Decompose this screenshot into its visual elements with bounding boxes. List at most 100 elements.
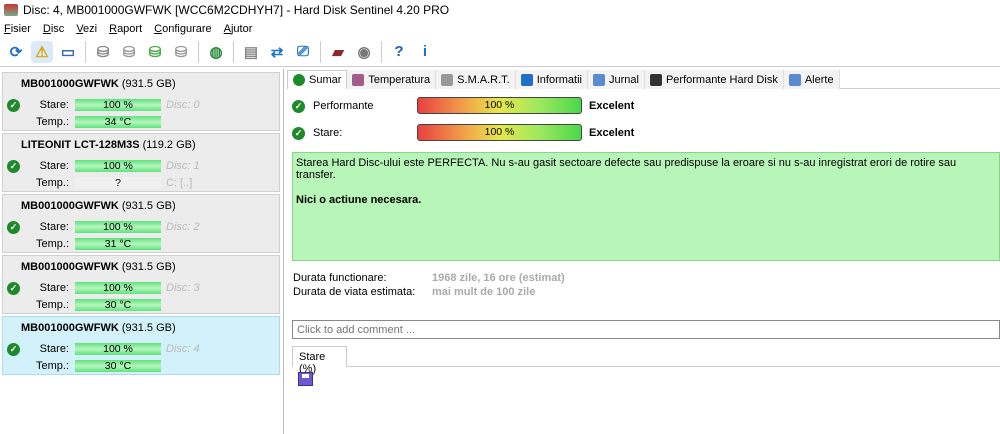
document-icon: ▤ [243, 43, 259, 61]
temp-bar: 30 °C [75, 360, 161, 372]
disk-item[interactable]: LITEONIT LCT-128M3S (119.2 GB) ✓ Stare: 100… [2, 133, 280, 192]
tab-stare-chart[interactable]: Stare (%) [292, 346, 347, 375]
tab-icon [352, 73, 365, 86]
action-message: Nici o actiune necesara. [296, 194, 422, 206]
disk-item[interactable]: MB001000GWFWK (931.5 GB) ✓ Stare: 100 % Temp… [2, 72, 280, 131]
info-icon: i [422, 43, 428, 60]
tab-informatii[interactable]: Informatii [515, 70, 588, 89]
disk-check-button[interactable]: ⛁ [144, 41, 166, 63]
disk-search-icon: ⛁ [174, 43, 188, 61]
sync-button[interactable]: ⇄ [266, 41, 288, 63]
health-label: Stare: [313, 127, 343, 139]
performance-bar: 100 % [417, 97, 582, 114]
disc-index: Disc: 3 [166, 282, 200, 294]
tab-label: Performante Hard Disk [665, 73, 778, 86]
disk-check-icon: ⛁ [148, 43, 162, 61]
disk-search-button[interactable]: ⛁ [170, 41, 192, 63]
health-label: Stare: [39, 343, 69, 355]
tab-label: Informatii [536, 73, 582, 86]
document-button[interactable]: ▤ [240, 41, 262, 63]
toolbar-separator [381, 40, 382, 63]
globe-icon: ◍ [209, 43, 223, 61]
disk-name: MB001000GWFWK (931.5 GB) [21, 261, 176, 273]
health-bar: 100 % [75, 343, 161, 355]
menu-configurare[interactable]: Configurare [150, 23, 220, 35]
help-button[interactable]: ? [388, 41, 410, 63]
disk-name: MB001000GWFWK (931.5 GB) [21, 78, 176, 90]
toolbar-separator [320, 40, 321, 63]
info-button[interactable]: i [414, 41, 436, 63]
disk-model: MB001000GWFWK [21, 78, 119, 90]
health-bar: 100 % [75, 221, 161, 233]
speaker-icon: ◉ [357, 43, 371, 61]
temp-bar: 30 °C [75, 299, 161, 311]
toolbar: ⟳ ⚠ ▭ ⛁ ⛁ ⛁ ⛁ ◍ ▤ ⇄ ⎚ ▰ ◉? i [0, 37, 1000, 67]
temp-bar: 31 °C [75, 238, 161, 250]
menu-raport[interactable]: Raport [105, 23, 150, 35]
check-icon: ✓ [292, 100, 305, 113]
temp-bar: 34 °C [75, 116, 161, 128]
temp-label: Temp.: [35, 116, 69, 128]
disk-list: MB001000GWFWK (931.5 GB) ✓ Stare: 100 % Temp… [0, 69, 284, 434]
laptop-icon: ▰ [332, 43, 344, 61]
disk-model: MB001000GWFWK [21, 200, 119, 212]
disk-item[interactable]: MB001000GWFWK (931.5 GB) ✓ Stare: 100 % Temp… [2, 194, 280, 253]
globe-button[interactable]: ◍ [205, 41, 227, 63]
tab-icon [788, 73, 801, 86]
lifetime-label: Durata de viata estimata: [293, 286, 416, 298]
disk-item[interactable]: MB001000GWFWK (931.5 GB) ✓ Stare: 100 % Temp… [2, 316, 280, 375]
tab-icon [592, 73, 605, 86]
disk-gray-icon: ⛁ [96, 43, 110, 61]
disk-name: MB001000GWFWK (931.5 GB) [21, 322, 176, 334]
disk-size: (119.2 GB) [142, 139, 196, 151]
health-label: Stare: [39, 282, 69, 294]
menu-fisier[interactable]: Fisier [0, 23, 39, 35]
tab-temperatura[interactable]: Temperatura [347, 70, 437, 89]
status-message-box: Starea Hard Disc-ului este PERFECTA. Nu … [292, 152, 1000, 261]
disc-index: Disc: 0 [166, 99, 200, 111]
performance-rating: Excelent [589, 100, 635, 112]
save-icon[interactable] [298, 372, 313, 386]
disk-item[interactable]: MB001000GWFWK (931.5 GB) ✓ Stare: 100 % Temp… [2, 255, 280, 314]
status-message: Starea Hard Disc-ului este PERFECTA. Nu … [296, 157, 957, 181]
disk-gray-button[interactable]: ⛁ [92, 41, 114, 63]
tab-label: Sumar [309, 74, 342, 86]
disk-size: (931.5 GB) [121, 78, 176, 90]
health-label: Stare: [39, 99, 69, 111]
temp-label: Temp.: [35, 299, 69, 311]
tab-performante-hard-disk[interactable]: Performante Hard Disk [644, 70, 784, 89]
tab-icon [649, 73, 662, 86]
disk-button[interactable]: ▭ [57, 41, 79, 63]
refresh-button[interactable]: ⟳ [5, 41, 27, 63]
uptime-label: Durata functionare: [293, 272, 387, 284]
menu-ajutor[interactable]: Ajutor [220, 23, 261, 35]
speaker-button[interactable]: ◉ [353, 41, 375, 63]
disk-clock-button[interactable]: ⛁ [118, 41, 140, 63]
menu-disc[interactable]: Disc [39, 23, 72, 35]
tab-icon [293, 74, 305, 86]
comment-input[interactable] [292, 320, 1000, 339]
disk-size: (931.5 GB) [121, 261, 176, 273]
tab-s-m-a-r-t[interactable]: S.M.A.R.T. [436, 70, 516, 89]
sync-icon: ⇄ [270, 43, 284, 61]
alert-icon: ⚠ [35, 43, 49, 61]
window-title: Disc: 4, MB001000GWFWK [WCC6M2CDHYH7] - … [23, 3, 450, 17]
tab-bar: Sumar Temperatura S.M.A.R.T. Informatii Jurn… [287, 70, 1000, 89]
disk-model: LITEONIT LCT-128M3S [21, 139, 140, 151]
network-button[interactable]: ⎚ [292, 41, 314, 63]
disk-clock-icon: ⛁ [122, 43, 136, 61]
alert-button[interactable]: ⚠ [31, 40, 53, 63]
disk-model: MB001000GWFWK [21, 261, 119, 273]
disk-name: LITEONIT LCT-128M3S (119.2 GB) [21, 139, 196, 151]
tab-jurnal[interactable]: Jurnal [587, 70, 645, 89]
tab-alerte[interactable]: Alerte [783, 70, 840, 89]
tab-label: Alerte [804, 73, 834, 86]
health-bar: 100 % [75, 282, 161, 294]
menu-vezi[interactable]: Vezi [72, 23, 105, 35]
toolbar-separator [85, 40, 86, 63]
app-icon [4, 4, 18, 16]
disc-index: Disc: 4 [166, 343, 200, 355]
laptop-button[interactable]: ▰ [327, 41, 349, 63]
tab-icon [441, 73, 454, 86]
tab-sumar[interactable]: Sumar [287, 70, 348, 89]
